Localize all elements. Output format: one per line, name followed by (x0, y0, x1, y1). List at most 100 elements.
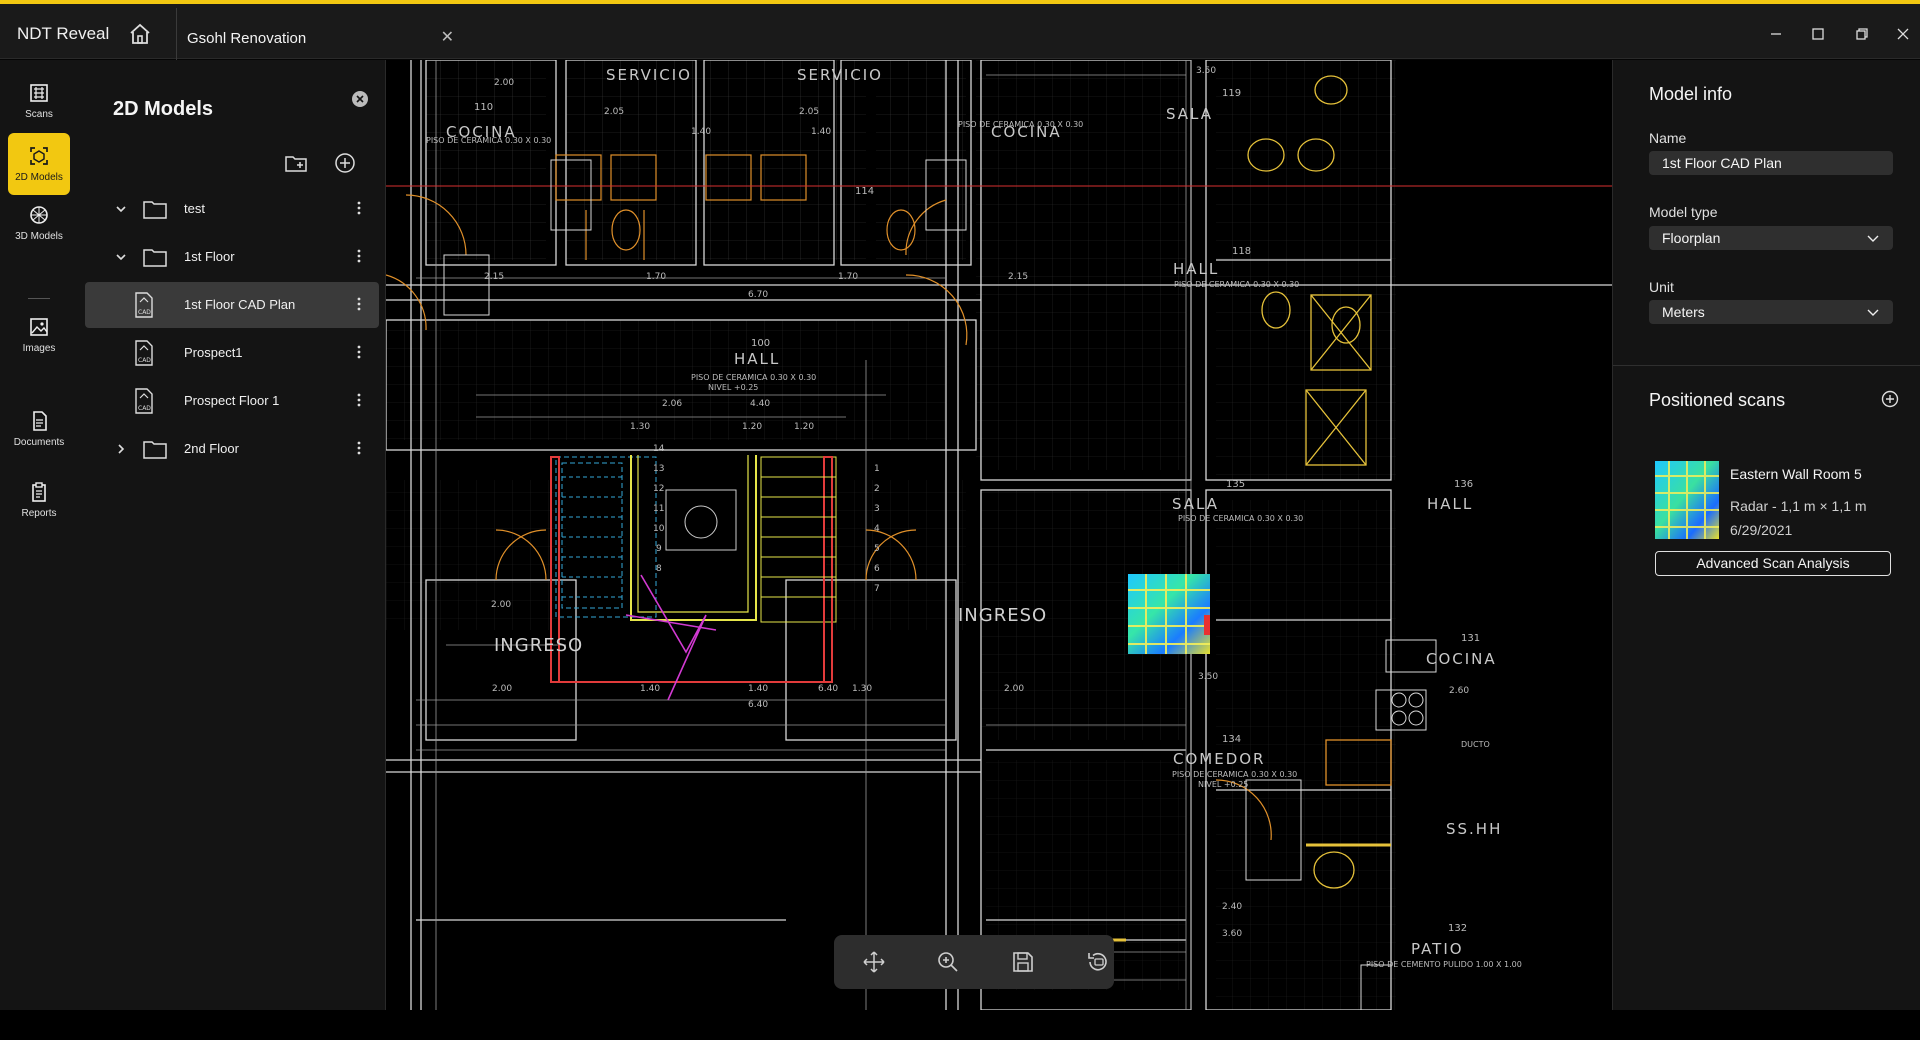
scan-heatmap[interactable] (1128, 574, 1210, 654)
dimension-label: 1.40 (640, 684, 661, 694)
more-options-icon[interactable] (357, 392, 361, 408)
floor-note: PISO DE CERAMICA 0.30 X 0.30 (958, 120, 1084, 129)
scan-name: Eastern Wall Room 5 (1730, 466, 1862, 482)
room-number: 135 (1226, 479, 1246, 490)
unit-select[interactable]: Meters (1649, 300, 1893, 324)
models-sidebar: 2D Models test 1st Floor CAD 1st Floor C… (78, 60, 386, 1010)
cad-file-icon: CAD (135, 292, 153, 318)
window-close-icon[interactable] (1893, 24, 1913, 44)
room-label: SALA (1166, 105, 1214, 123)
dimension-label: 2.00 (491, 600, 512, 610)
floorplan-drawing (386, 60, 1612, 1010)
more-options-icon[interactable] (357, 248, 361, 264)
nav-reports[interactable]: Reports (8, 469, 70, 531)
advanced-scan-analysis-button[interactable]: Advanced Scan Analysis (1655, 551, 1891, 576)
restore-icon[interactable] (1852, 24, 1872, 44)
dimension-label: 1.20 (794, 422, 815, 432)
stair-step: 9 (656, 544, 662, 554)
unit-label: Unit (1649, 279, 1674, 295)
chevron-down-icon[interactable] (115, 203, 127, 215)
nav-documents[interactable]: Documents (8, 398, 70, 460)
tree-item-1st-floor-cad-plan[interactable]: CAD 1st Floor CAD Plan (85, 282, 379, 328)
reports-icon (32, 482, 46, 502)
room-number: 119 (1222, 88, 1242, 99)
maximize-icon[interactable] (1808, 24, 1828, 44)
nav-scans[interactable]: Scans (8, 70, 70, 132)
room-label: COCINA (1426, 650, 1497, 668)
more-options-icon[interactable] (357, 344, 361, 360)
dimension-label: 2.60 (1449, 686, 1470, 696)
move-icon[interactable] (861, 949, 887, 975)
view-toolbar (834, 935, 1114, 989)
dimension-label: 2.15 (484, 272, 505, 282)
dimension-label: 1.40 (691, 127, 712, 137)
chevron-down-icon (1867, 235, 1879, 242)
nav-images[interactable]: Images (8, 304, 70, 366)
add-circle-icon[interactable] (1881, 390, 1899, 408)
nav-label: Documents (13, 437, 65, 448)
nav-3d-models[interactable]: 3D Models (8, 192, 70, 254)
model-type-select[interactable]: Floorplan (1649, 226, 1893, 250)
close-circle-icon[interactable] (351, 90, 369, 108)
save-icon[interactable] (1010, 949, 1036, 975)
reset-view-icon[interactable] (1085, 949, 1111, 975)
tab-project[interactable]: Gsohl Renovation ✕ (176, 8, 470, 63)
tree-item-prospect-floor-1[interactable]: CAD Prospect Floor 1 (85, 378, 379, 424)
scans-icon (30, 84, 48, 102)
tree-folder-1st-floor[interactable]: 1st Floor (85, 234, 379, 280)
cad-viewport[interactable]: SERVICIO SERVICIO COCINA COCINA SALA HAL… (386, 60, 1612, 1010)
floor-note: PISO DE CERAMICA 0.30 X 0.30 (691, 373, 817, 382)
dimension-label: 2.00 (1004, 684, 1025, 694)
floor-note: PISO DE CERAMICA 0.30 X 0.30 (426, 136, 552, 145)
model-type-label: Model type (1649, 204, 1718, 220)
2d-models-icon (30, 147, 48, 165)
dimension-label: 2.00 (494, 78, 515, 88)
chevron-down-icon[interactable] (115, 251, 127, 263)
room-label: HALL (734, 350, 781, 368)
tree-folder-2nd-floor[interactable]: 2nd Floor (85, 426, 379, 472)
tree-item-label: 1st Floor CAD Plan (184, 297, 296, 312)
add-folder-icon[interactable] (284, 153, 308, 173)
scan-detail: Radar - 1,1 m × 1,1 m (1730, 498, 1867, 514)
dimension-label: 1.40 (811, 127, 832, 137)
home-icon[interactable] (128, 23, 152, 45)
dimension-label: 6.40 (818, 684, 839, 694)
cad-badge: CAD (138, 357, 151, 364)
name-label: Name (1649, 130, 1687, 146)
close-icon[interactable]: ✕ (441, 27, 454, 47)
room-label: SALA (1172, 495, 1220, 513)
floor-note: NIVEL +0.25 (708, 383, 759, 392)
tree-item-label: Prospect Floor 1 (184, 393, 280, 408)
nav-divider (28, 298, 50, 299)
name-field[interactable]: 1st Floor CAD Plan (1649, 151, 1893, 175)
room-label: INGRESO (494, 635, 584, 656)
dimension-label: 1.40 (748, 684, 769, 694)
dimension-label: 6.70 (748, 290, 769, 300)
room-label: SERVICIO (797, 66, 883, 84)
sidebar-title: 2D Models (113, 98, 214, 120)
nav-2d-models[interactable]: 2D Models (8, 133, 70, 195)
minimize-icon[interactable] (1766, 24, 1786, 44)
floor-note: PISO DE CERAMICA 0.30 X 0.30 (1172, 770, 1298, 779)
stair-step: 11 (653, 504, 665, 514)
dimension-label: 1.30 (630, 422, 651, 432)
zoom-in-icon[interactable] (935, 949, 961, 975)
room-number: 134 (1222, 734, 1242, 745)
dimension-label: 4.40 (750, 399, 771, 409)
dimension-label: 1.70 (838, 272, 859, 282)
stair-step: 3 (874, 504, 880, 514)
more-options-icon[interactable] (357, 440, 361, 456)
documents-icon (33, 411, 47, 431)
tree-item-prospect1[interactable]: CAD Prospect1 (85, 330, 379, 376)
room-label: DUCTO (1461, 740, 1490, 749)
chevron-right-icon[interactable] (115, 443, 127, 455)
more-options-icon[interactable] (357, 296, 361, 312)
room-label: SERVICIO (606, 66, 692, 84)
app-title: NDT Reveal (17, 24, 110, 43)
room-number: 132 (1448, 923, 1468, 934)
add-circle-icon[interactable] (334, 152, 356, 174)
tree-folder-test[interactable]: test (85, 186, 379, 232)
more-options-icon[interactable] (357, 200, 361, 216)
scan-thumbnail[interactable] (1655, 461, 1719, 539)
floor-note: PISO DE CEMENTO PULIDO 1.00 X 1.00 (1366, 960, 1522, 969)
